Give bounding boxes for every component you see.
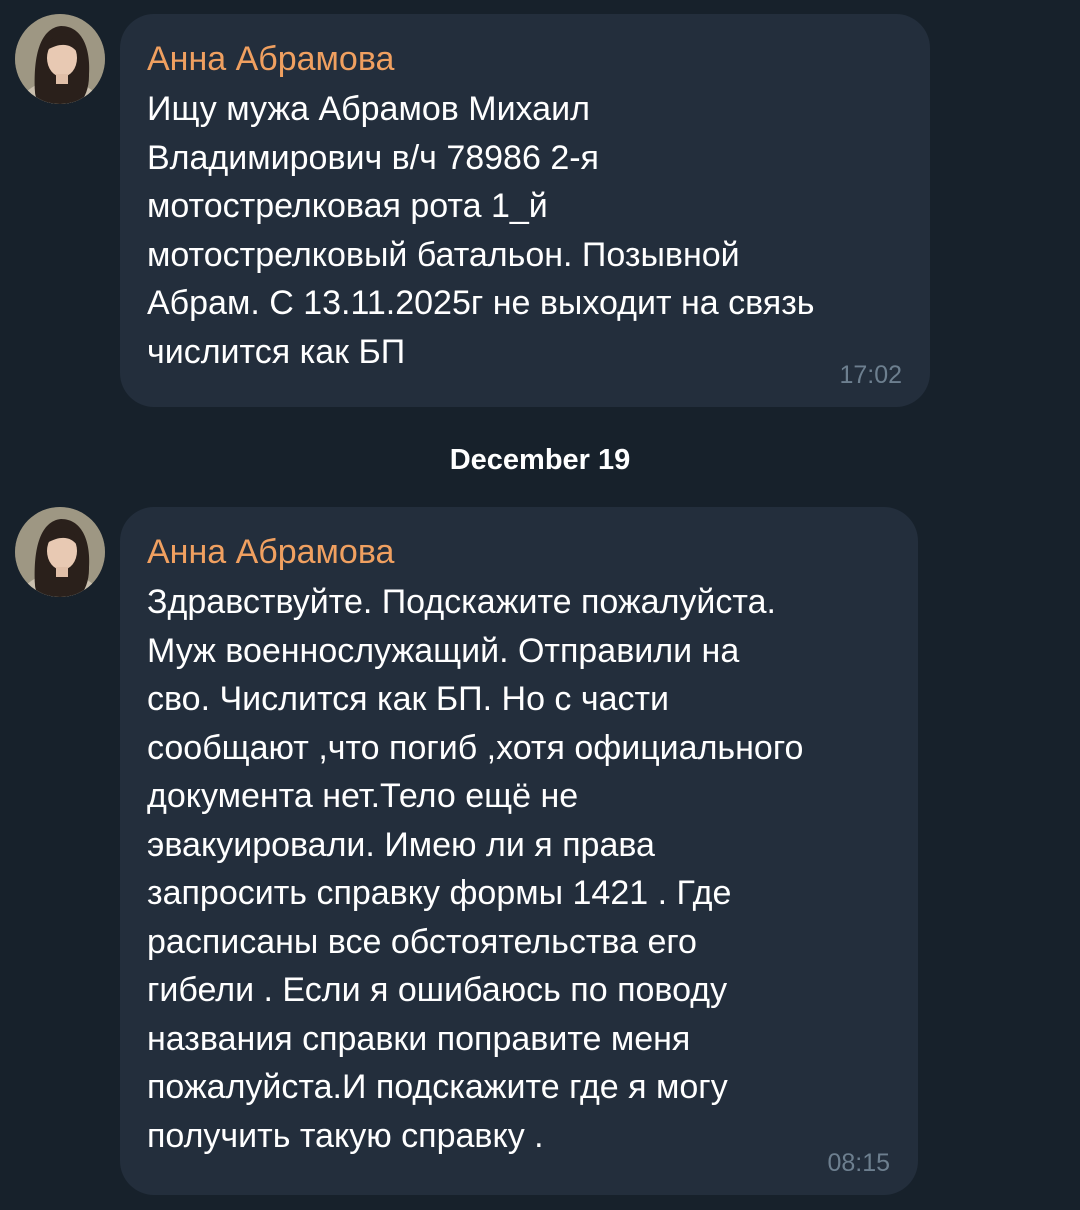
message-time: 17:02 <box>839 361 902 389</box>
message-time: 08:15 <box>827 1149 890 1177</box>
date-separator: December 19 <box>449 444 631 476</box>
avatar-photo-icon <box>15 507 105 597</box>
message-text: Здравствуйте. Подскажите пожалуйста. Муж… <box>147 583 804 1155</box>
message-bubble[interactable]: Анна Абрамова Ищу мужа Абрамов Михаил Вл… <box>120 14 930 407</box>
sender-avatar[interactable] <box>15 14 105 104</box>
sender-name[interactable]: Анна Абрамова <box>147 36 904 79</box>
avatar-photo-icon <box>15 14 105 104</box>
message-bubble[interactable]: Анна Абрамова Здравствуйте. Подскажите п… <box>120 507 918 1195</box>
sender-avatar[interactable] <box>15 507 105 597</box>
message-text: Ищу мужа Абрамов Михаил Владимирович в/ч… <box>147 90 815 371</box>
sender-name[interactable]: Анна Абрамова <box>147 529 892 572</box>
